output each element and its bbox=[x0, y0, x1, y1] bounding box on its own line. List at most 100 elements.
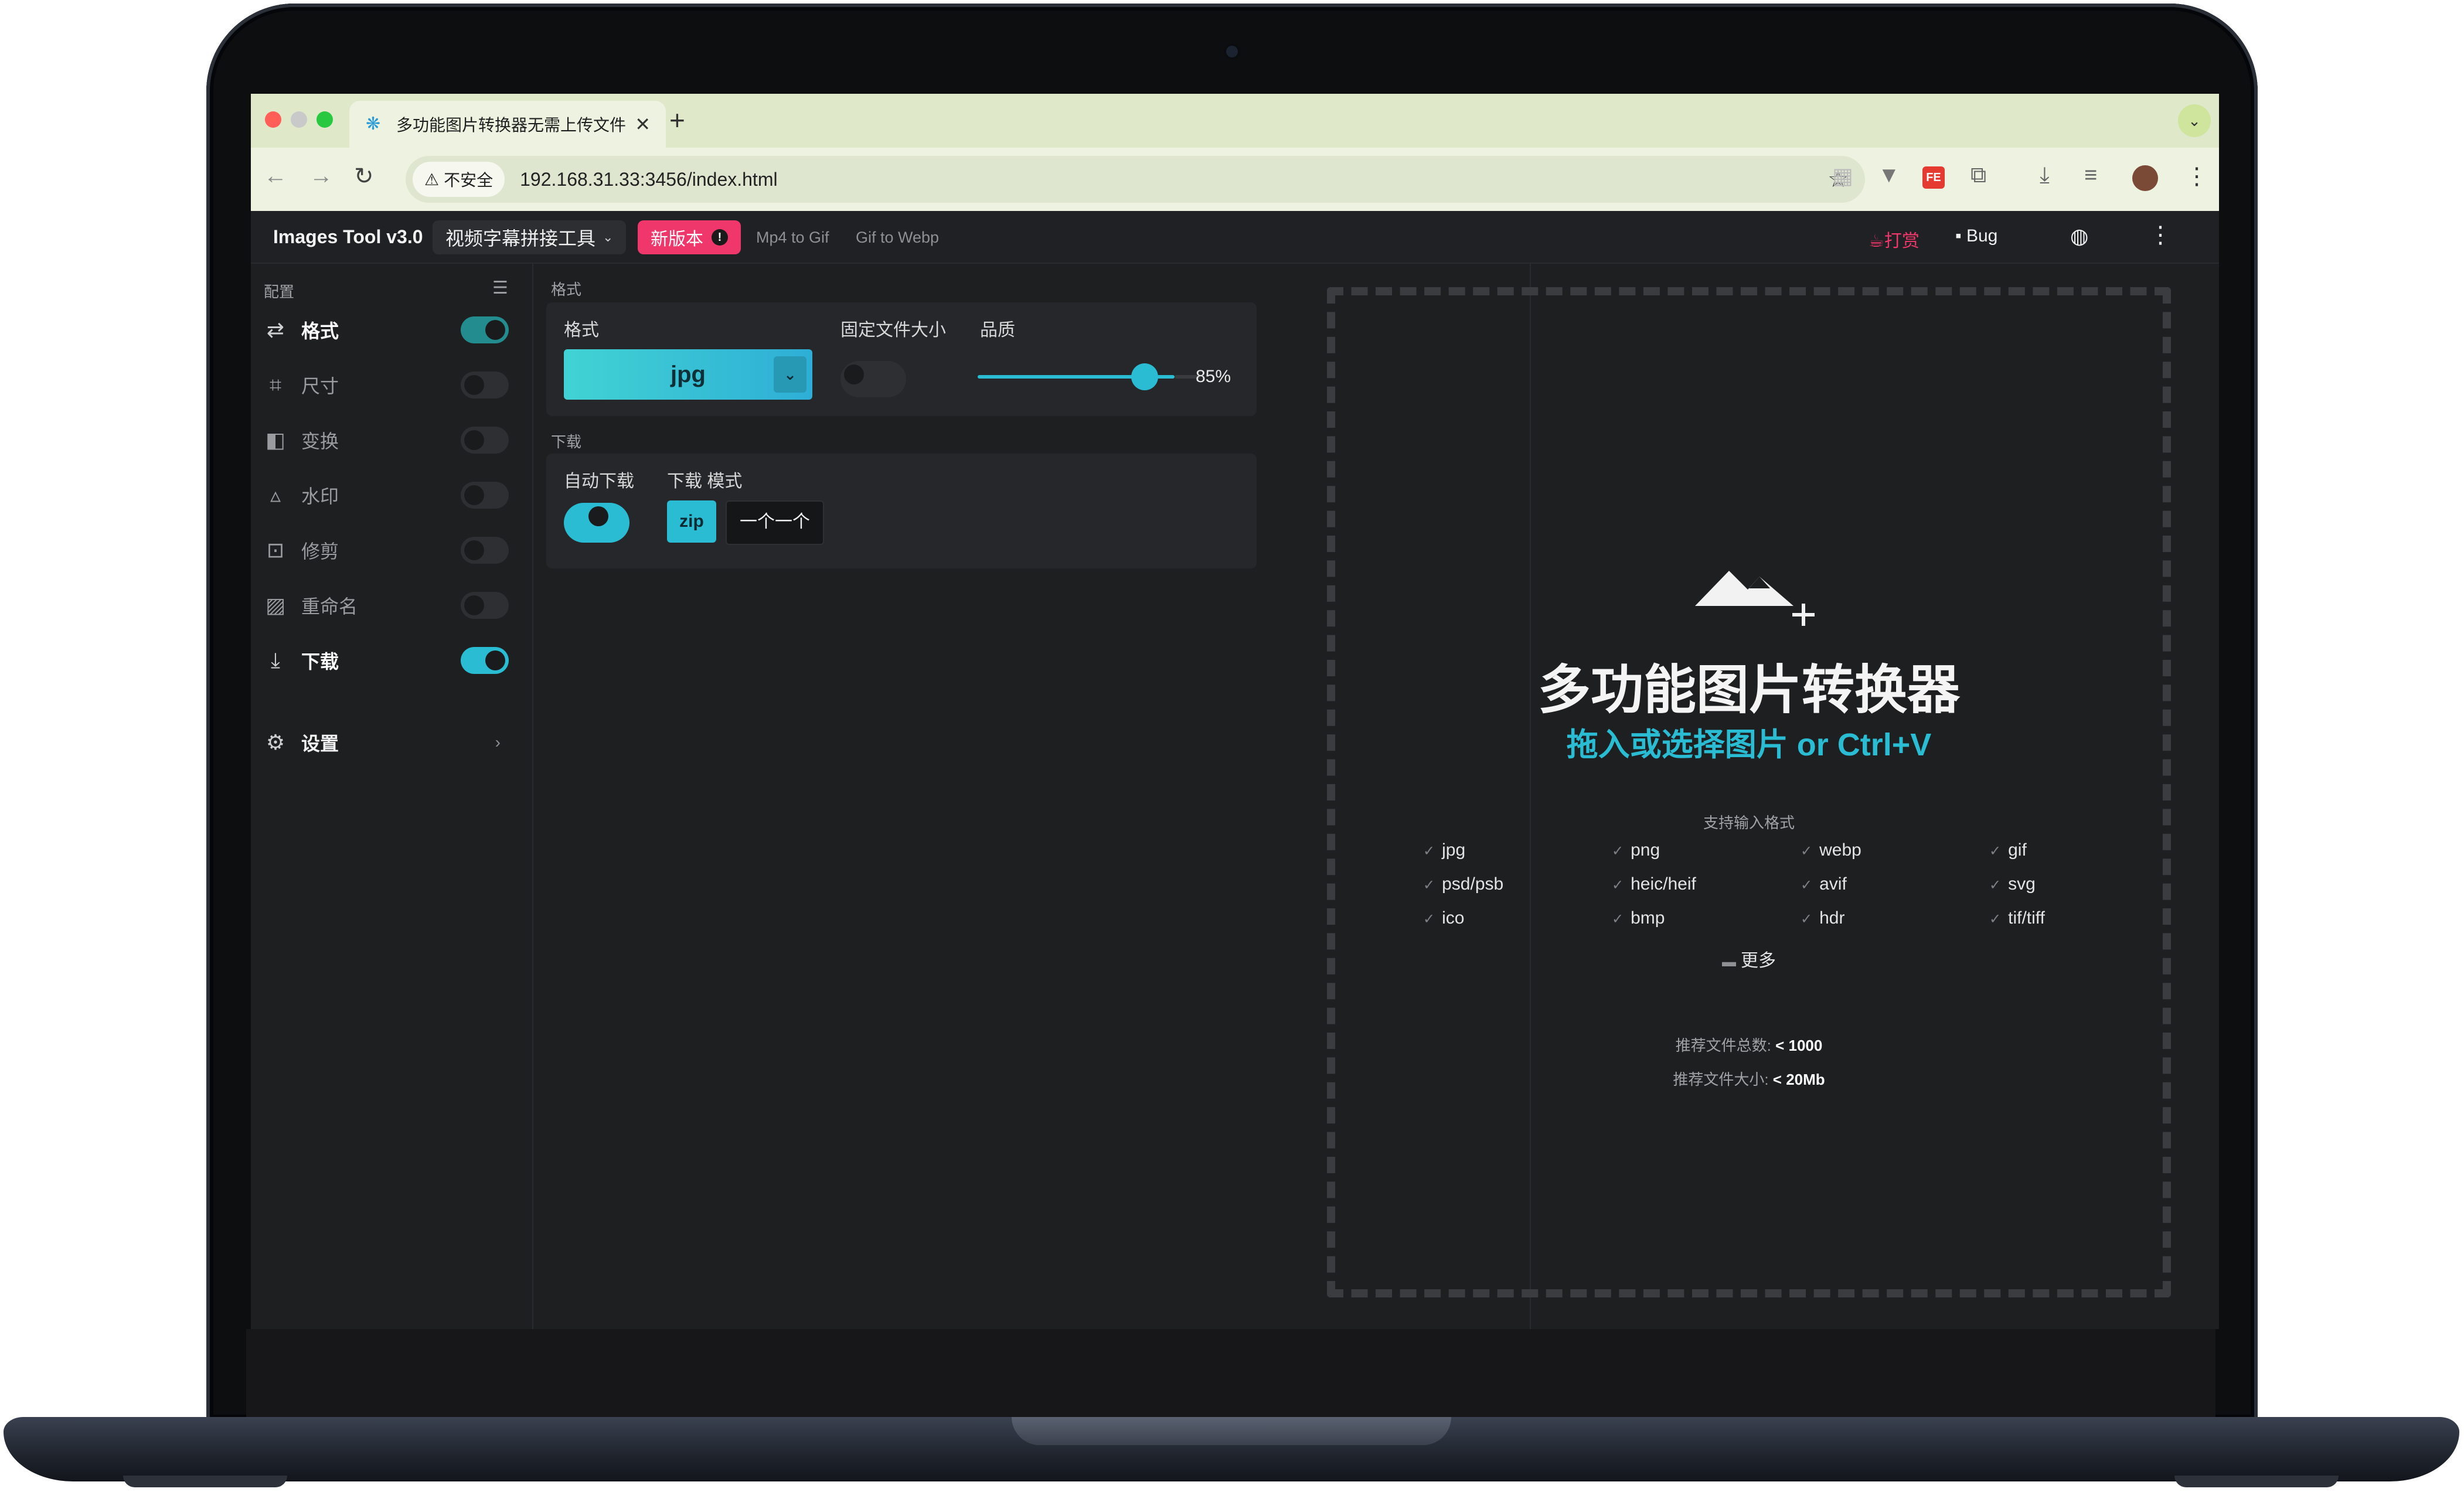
rename-icon: ▨ bbox=[265, 593, 285, 617]
rename-toggle[interactable] bbox=[461, 592, 509, 619]
minimize-window-button[interactable] bbox=[291, 111, 307, 128]
format-item: ✓ bmp bbox=[1612, 908, 1665, 928]
quality-label: 品质 bbox=[980, 321, 1015, 340]
auto-download-toggle[interactable] bbox=[564, 503, 629, 543]
more-icon: ▬ bbox=[1722, 954, 1736, 970]
crop-icon: ⊡ bbox=[266, 538, 285, 562]
more-formats-button[interactable]: ▬ 更多 bbox=[1335, 946, 2163, 972]
app-root: Images Tool v3.0 视频字幕拼接工具 ⌄ 新版本 ! Mp4 to… bbox=[251, 211, 2219, 1329]
extensions-puzzle-icon[interactable]: ⧉ bbox=[1970, 163, 1986, 188]
new-tab-button[interactable]: + bbox=[669, 104, 685, 136]
reading-list-icon[interactable]: ≡ bbox=[2084, 163, 2097, 188]
donate-button[interactable]: ☕打赏 bbox=[1869, 226, 1920, 252]
fixed-size-toggle[interactable] bbox=[840, 361, 906, 397]
rec-size-value: < 20Mb bbox=[1772, 1071, 1825, 1088]
check-icon: ✓ bbox=[1423, 843, 1435, 859]
sidebar-item-label: 水印 bbox=[301, 486, 339, 507]
tool-select-dropdown[interactable]: 视频字幕拼接工具 ⌄ bbox=[433, 220, 627, 254]
quality-slider-handle[interactable] bbox=[1131, 363, 1158, 390]
extension-fe-icon[interactable]: FE bbox=[1922, 166, 1945, 189]
format-label: 格式 bbox=[564, 321, 599, 340]
language-globe-icon[interactable]: ◍ bbox=[2070, 224, 2088, 248]
supported-formats-label: 支持输入格式 bbox=[1703, 814, 1795, 832]
sidebar-item-rename[interactable]: ▨ 重命名 bbox=[251, 578, 532, 633]
browser-tab-bar: ❋ 多功能图片转换器无需上传文件 ✕ + ⌄ bbox=[251, 94, 2219, 148]
sidebar-item-label: 修剪 bbox=[301, 541, 339, 562]
sidebar-item-transform[interactable]: ◧ 变换 bbox=[251, 413, 532, 468]
close-window-button[interactable] bbox=[265, 111, 281, 128]
format-select[interactable]: jpg ⌄ bbox=[564, 349, 812, 400]
watermark-icon: ▵ bbox=[270, 483, 281, 507]
check-icon: ✓ bbox=[1989, 843, 2002, 859]
format-item: ✓ ico bbox=[1423, 908, 1464, 928]
sidebar: 配置 ☰ ⇄ 格式 ⌗ 尺寸 ◧ 变换 ▵ 水印 ⊡ 修剪 ▨ 重命名 ⤓ 下载… bbox=[251, 264, 533, 1329]
back-arrow-icon[interactable]: ← bbox=[264, 163, 287, 189]
download-toggle[interactable] bbox=[461, 647, 509, 674]
tab-close-icon[interactable]: ✕ bbox=[635, 113, 651, 135]
check-icon: ✓ bbox=[1612, 843, 1624, 859]
chevron-down-icon: ⌄ bbox=[603, 230, 614, 244]
transform-toggle[interactable] bbox=[461, 427, 509, 454]
format-value: jpg bbox=[671, 361, 706, 387]
mp4-to-gif-link[interactable]: Mp4 to Gif bbox=[756, 229, 829, 247]
profile-avatar[interactable] bbox=[2132, 165, 2158, 191]
laptop-foot-left bbox=[123, 1476, 287, 1487]
laptop-notch bbox=[1012, 1417, 1451, 1445]
extension-vue-icon[interactable]: ▼ bbox=[1878, 163, 1900, 188]
reload-icon[interactable]: ↻ bbox=[354, 163, 374, 190]
address-bar[interactable]: ⚠ 不安全 192.168.31.33:3456/index.html ☆ bbox=[406, 156, 1865, 203]
format-toggle[interactable] bbox=[461, 316, 509, 343]
format-item: ✓ psd/psb bbox=[1423, 874, 1503, 894]
maximize-window-button[interactable] bbox=[316, 111, 333, 128]
laptop-chin bbox=[246, 1329, 2215, 1423]
download-mode-zip[interactable]: zip bbox=[667, 500, 716, 543]
check-icon: ✓ bbox=[1801, 911, 1813, 927]
list-icon[interactable]: ☰ bbox=[492, 278, 508, 298]
warning-icon: ⚠ bbox=[424, 170, 440, 189]
more-label: 更多 bbox=[1741, 951, 1776, 970]
app-menu-icon[interactable]: ⋮ bbox=[2149, 222, 2172, 248]
image-dropzone[interactable]: 多功能图片转换器 拖入或选择图片 or Ctrl+V 支持输入格式 ✓ jpg ✓… bbox=[1327, 287, 2171, 1297]
browser-tab[interactable]: ❋ 多功能图片转换器无需上传文件 ✕ bbox=[349, 101, 666, 148]
browser-menu-icon[interactable]: ⋮ bbox=[2185, 163, 2208, 190]
gif-to-webp-link[interactable]: Gif to Webp bbox=[856, 229, 939, 247]
rec-size-label: 推荐文件大小: bbox=[1673, 1071, 1769, 1088]
download-mode-one-by-one[interactable]: 一个一个 bbox=[726, 500, 824, 545]
security-indicator[interactable]: ⚠ 不安全 bbox=[413, 162, 505, 197]
sidebar-item-size[interactable]: ⌗ 尺寸 bbox=[251, 357, 532, 413]
format-name: ico bbox=[1442, 908, 1465, 928]
extension-qr-icon[interactable]: ▦ bbox=[1832, 163, 1853, 189]
fixed-size-label: 固定文件大小 bbox=[840, 321, 946, 340]
recommended-count: 推荐文件总数: < 1000 bbox=[1335, 1034, 2163, 1055]
dropzone-title: 多功能图片转换器 bbox=[1538, 661, 1960, 720]
sidebar-item-download[interactable]: ⤓ 下载 bbox=[251, 633, 532, 688]
url-text[interactable]: 192.168.31.33:3456/index.html bbox=[520, 169, 1827, 190]
camera bbox=[1226, 46, 1238, 57]
sidebar-item-label: 尺寸 bbox=[301, 376, 339, 397]
sidebar-item-crop[interactable]: ⊡ 修剪 bbox=[251, 523, 532, 578]
new-version-button[interactable]: 新版本 ! bbox=[638, 220, 741, 254]
tab-search-button[interactable]: ⌄ bbox=[2178, 104, 2211, 137]
format-item: ✓ webp bbox=[1801, 840, 1861, 860]
donate-label: 打赏 bbox=[1884, 231, 1920, 251]
check-icon: ✓ bbox=[1612, 911, 1624, 927]
new-version-label: 新版本 bbox=[651, 230, 703, 249]
format-name: png bbox=[1631, 840, 1660, 860]
sidebar-item-settings[interactable]: ⚙ 设置 › bbox=[251, 715, 532, 770]
format-item: ✓ hdr bbox=[1801, 908, 1844, 928]
format-item: ✓ gif bbox=[1989, 840, 2027, 860]
forward-arrow-icon[interactable]: → bbox=[309, 163, 333, 189]
sidebar-item-label: 重命名 bbox=[301, 596, 358, 617]
browser-toolbar: ← → ↻ ⚠ 不安全 192.168.31.33:3456/index.htm… bbox=[251, 148, 2219, 211]
gear-icon: ⚙ bbox=[266, 730, 285, 754]
downloads-icon[interactable]: ⤓ bbox=[2040, 163, 2050, 188]
format-card: 格式 jpg ⌄ 固定文件大小 品质 85% bbox=[546, 302, 1257, 416]
sidebar-item-watermark[interactable]: ▵ 水印 bbox=[251, 468, 532, 523]
watermark-toggle[interactable] bbox=[461, 482, 509, 509]
bug-report-button[interactable]: ▪ Bug bbox=[1955, 226, 1997, 246]
size-toggle[interactable] bbox=[461, 372, 509, 398]
format-name: svg bbox=[2008, 874, 2036, 894]
alert-badge-icon: ! bbox=[712, 229, 728, 246]
crop-toggle[interactable] bbox=[461, 537, 509, 564]
sidebar-item-format[interactable]: ⇄ 格式 bbox=[251, 302, 532, 357]
